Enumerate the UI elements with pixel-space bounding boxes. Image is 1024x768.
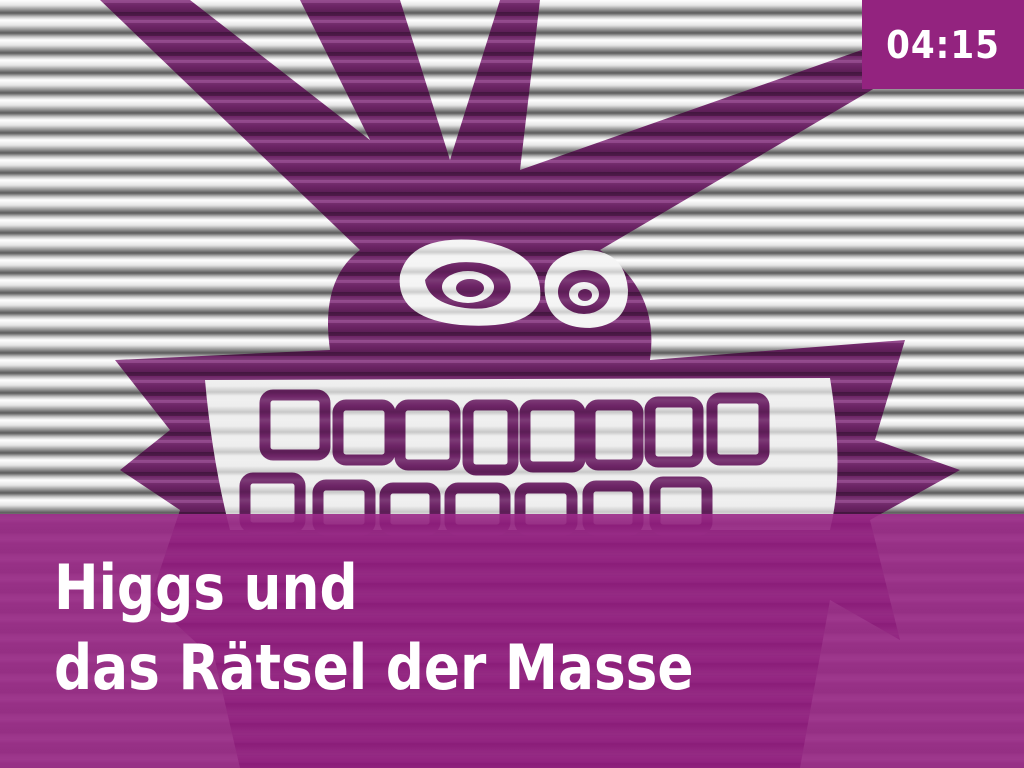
monster-eye-right bbox=[544, 250, 628, 328]
title-banner: Higgs und das Rätsel der Masse bbox=[0, 514, 1024, 768]
title-line-2: das Rätsel der Masse bbox=[54, 631, 694, 704]
timer-badge: 04:15 bbox=[862, 0, 1024, 89]
timer-text: 04:15 bbox=[886, 22, 1000, 67]
page-title: Higgs und das Rätsel der Masse bbox=[54, 548, 694, 708]
title-line-1: Higgs und bbox=[54, 551, 358, 624]
video-frame: 04:15 Higgs und das Rätsel der Masse bbox=[0, 0, 1024, 768]
